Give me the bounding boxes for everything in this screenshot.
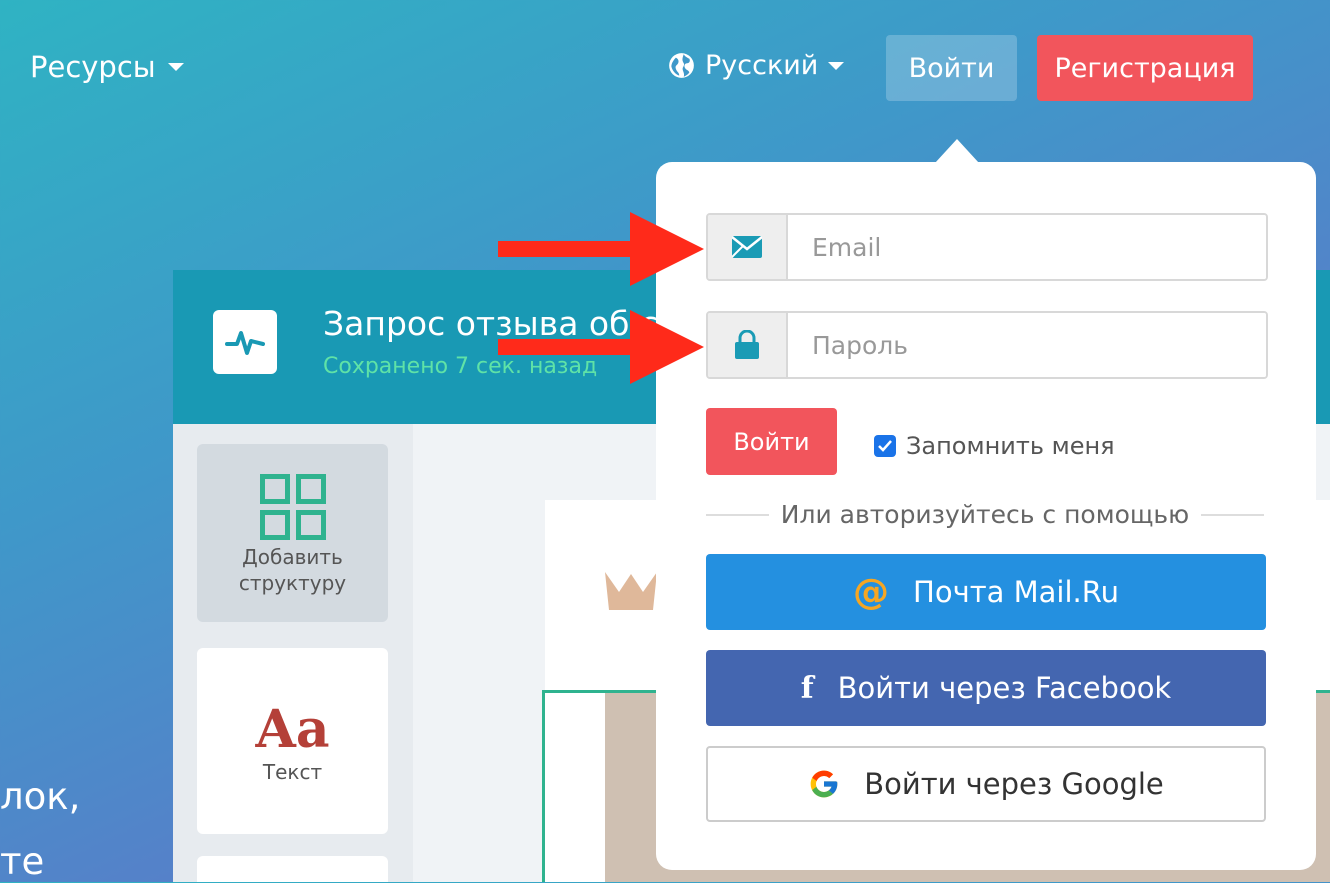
- chevron-down-icon: [828, 61, 845, 70]
- divider-line: [706, 513, 769, 516]
- email-input[interactable]: [788, 215, 1266, 279]
- tile-partial: [197, 856, 388, 882]
- google-icon: [810, 770, 838, 798]
- email-field: [706, 213, 1268, 281]
- login-popover: Войти Запомнить меня Или авторизуйтесь с…: [656, 162, 1316, 870]
- annotation-arrow-password: [498, 310, 704, 384]
- resources-label: Ресурсы: [30, 50, 156, 84]
- mailru-label: Почта Mail.Ru: [913, 575, 1119, 609]
- remember-me-label: Запомнить меня: [906, 432, 1115, 460]
- text-glyph-icon: Aa: [255, 699, 330, 760]
- login-submit-button[interactable]: Войти: [706, 408, 837, 475]
- annotation-arrow-email: [498, 212, 704, 286]
- remember-me-checkbox[interactable]: Запомнить меня: [874, 432, 1115, 460]
- crown-icon: [605, 572, 657, 610]
- pulse-logo-icon: [213, 310, 277, 374]
- register-button[interactable]: Регистрация: [1037, 35, 1253, 101]
- facebook-label: Войти через Facebook: [837, 671, 1172, 705]
- login-button[interactable]: Войти: [886, 35, 1017, 101]
- divider-text: Или авторизуйтесь с помощью: [780, 500, 1190, 529]
- language-selector[interactable]: Русский: [668, 50, 845, 81]
- editor-sidebar: Добавить структуру Aa Текст: [173, 424, 413, 882]
- password-field: [706, 311, 1268, 379]
- mailru-at-icon: @: [853, 571, 890, 613]
- facebook-login-button[interactable]: f Войти через Facebook: [706, 650, 1266, 726]
- divider-line: [1201, 513, 1264, 516]
- grid-icon: [259, 474, 326, 540]
- facebook-icon: f: [800, 670, 814, 706]
- language-label: Русский: [705, 50, 819, 81]
- globe-icon: [669, 53, 694, 78]
- hero-text-line: лок,: [0, 775, 81, 818]
- hero-text-line: те: [0, 840, 45, 883]
- chevron-down-icon: [167, 63, 184, 71]
- envelope-icon: [708, 215, 788, 279]
- lock-icon: [708, 313, 788, 377]
- checkmark-icon[interactable]: [874, 435, 896, 457]
- google-label: Войти через Google: [864, 767, 1164, 801]
- resources-menu[interactable]: Ресурсы: [30, 50, 184, 84]
- password-input[interactable]: [788, 313, 1266, 377]
- google-login-button[interactable]: Войти через Google: [706, 746, 1266, 822]
- tile-label: Добавить структуру: [238, 545, 347, 595]
- tile-label: Текст: [262, 760, 323, 784]
- popover-arrow: [935, 139, 979, 163]
- text-tile[interactable]: Aa Текст: [197, 648, 388, 834]
- social-divider: Или авторизуйтесь с помощью: [706, 500, 1264, 529]
- add-structure-tile[interactable]: Добавить структуру: [197, 444, 388, 622]
- mailru-login-button[interactable]: @ Почта Mail.Ru: [706, 554, 1266, 630]
